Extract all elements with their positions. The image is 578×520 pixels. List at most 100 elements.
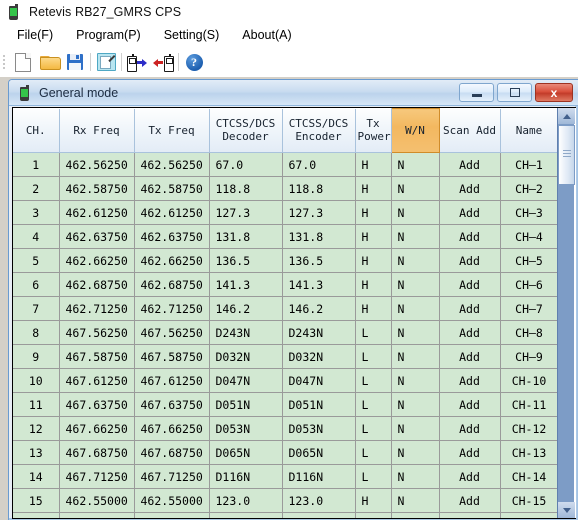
cell-rx[interactable]: 467.58750 [59, 344, 135, 369]
cell-scan[interactable]: Add [439, 488, 501, 513]
cell-tx[interactable]: 462.56250 [134, 152, 210, 177]
cell-dec[interactable]: D243N [209, 320, 283, 345]
cell-wn[interactable]: N [391, 200, 440, 225]
cell-wn[interactable]: N [391, 296, 440, 321]
cell-tx[interactable]: 462.63750 [134, 224, 210, 249]
cell-name[interactable]: CH—5 [500, 248, 559, 273]
cell-scan[interactable]: Add [439, 272, 501, 297]
minimize-button[interactable] [459, 83, 494, 102]
cell-ch[interactable]: 16 [13, 512, 60, 518]
menu-file[interactable]: File(F) [8, 26, 62, 44]
toolbar-save[interactable] [62, 49, 88, 75]
scroll-down-button[interactable] [558, 502, 575, 518]
cell-rx[interactable]: 467.68750 [59, 440, 135, 465]
cell-enc[interactable]: D743I [282, 512, 356, 518]
cell-pwr[interactable]: H [355, 296, 392, 321]
toolbar-read-from-radio[interactable] [124, 49, 150, 75]
column-header-ctcss-dcs-decoder[interactable]: CTCSS/DCS Decoder [209, 108, 283, 153]
cell-ch[interactable]: 7 [13, 296, 60, 321]
column-header-ch[interactable]: CH. [13, 108, 60, 153]
cell-pwr[interactable]: L [355, 464, 392, 489]
table-row[interactable]: 14 467.71250 467.71250 D116N D116N L N Add CH-14 [13, 464, 559, 489]
cell-dec[interactable]: D032N [209, 344, 283, 369]
cell-tx[interactable]: 462.58750 [134, 176, 210, 201]
cell-scan[interactable]: Add [439, 440, 501, 465]
menu-setting[interactable]: Setting(S) [155, 26, 229, 44]
cell-tx[interactable]: 467.66250 [134, 416, 210, 441]
vertical-scrollbar[interactable] [557, 108, 575, 518]
cell-rx[interactable]: 467.71250 [59, 464, 135, 489]
cell-dec[interactable]: 118.8 [209, 176, 283, 201]
table-row[interactable]: 9 467.58750 467.58750 D032N D032N L N Add CH—9 [13, 344, 559, 369]
cell-dec[interactable]: D047N [209, 368, 283, 393]
cell-pwr[interactable]: H [355, 176, 392, 201]
cell-ch[interactable]: 13 [13, 440, 60, 465]
cell-pwr[interactable]: H [355, 272, 392, 297]
cell-ch[interactable]: 1 [13, 152, 60, 177]
cell-wn[interactable]: N [391, 392, 440, 417]
cell-pwr[interactable]: L [355, 392, 392, 417]
cell-tx[interactable]: 462.55000 [134, 488, 210, 513]
cell-rx[interactable]: 462.63750 [59, 224, 135, 249]
cell-pwr[interactable]: H [355, 152, 392, 177]
cell-dec[interactable]: 141.3 [209, 272, 283, 297]
cell-ch[interactable]: 12 [13, 416, 60, 441]
scroll-up-button[interactable] [558, 108, 575, 124]
table-row[interactable]: 8 467.56250 467.56250 D243N D243N L N Add CH—8 [13, 320, 559, 345]
toolbar-grip[interactable] [3, 53, 7, 71]
cell-scan[interactable]: Add [439, 320, 501, 345]
cell-dec[interactable]: D053N [209, 416, 283, 441]
cell-enc[interactable]: 136.5 [282, 248, 356, 273]
cell-wn[interactable]: N [391, 248, 440, 273]
cell-rx[interactable]: 462.66250 [59, 248, 135, 273]
cell-tx[interactable]: 462.66250 [134, 248, 210, 273]
menu-program[interactable]: Program(P) [67, 26, 150, 44]
cell-name[interactable]: CH—8 [500, 320, 559, 345]
cell-name[interactable]: CH—6 [500, 272, 559, 297]
cell-tx[interactable]: 467.56250 [134, 320, 210, 345]
cell-ch[interactable]: 10 [13, 368, 60, 393]
cell-dec[interactable]: 146.2 [209, 296, 283, 321]
cell-pwr[interactable]: H [355, 512, 392, 518]
table-row[interactable]: 16462.57500462.57500D743ID743IHNAddCH-16 [13, 512, 559, 518]
cell-rx[interactable]: 462.58750 [59, 176, 135, 201]
cell-ch[interactable]: 6 [13, 272, 60, 297]
cell-pwr[interactable]: L [355, 416, 392, 441]
cell-scan[interactable]: Add [439, 512, 501, 518]
table-row[interactable]: 4 462.63750 462.63750 131.8 131.8 H N Add CH—4 [13, 224, 559, 249]
cell-wn[interactable]: N [391, 488, 440, 513]
cell-tx[interactable]: 467.68750 [134, 440, 210, 465]
cell-tx[interactable]: 467.61250 [134, 368, 210, 393]
table-row[interactable]: 5 462.66250 462.66250 136.5 136.5 H N Add CH—5 [13, 248, 559, 273]
cell-name[interactable]: CH—3 [500, 200, 559, 225]
cell-enc[interactable]: D065N [282, 440, 356, 465]
cell-scan[interactable]: Add [439, 344, 501, 369]
column-header-ctcss-dcs-encoder[interactable]: CTCSS/DCS Encoder [282, 108, 356, 153]
cell-dec[interactable]: D116N [209, 464, 283, 489]
cell-rx[interactable]: 462.71250 [59, 296, 135, 321]
table-row[interactable]: 6 462.68750 462.68750 141.3 141.3 H N Add CH—6 [13, 272, 559, 297]
cell-scan[interactable]: Add [439, 248, 501, 273]
cell-enc[interactable]: D047N [282, 368, 356, 393]
cell-wn[interactable]: N [391, 512, 440, 518]
cell-pwr[interactable]: L [355, 320, 392, 345]
cell-enc[interactable]: 118.8 [282, 176, 356, 201]
cell-rx[interactable]: 462.57500 [59, 512, 135, 518]
cell-dec[interactable]: D743I [209, 512, 283, 518]
cell-rx[interactable]: 467.66250 [59, 416, 135, 441]
toolbar-open[interactable] [36, 49, 62, 75]
cell-tx[interactable]: 467.63750 [134, 392, 210, 417]
cell-scan[interactable]: Add [439, 416, 501, 441]
cell-enc[interactable]: D051N [282, 392, 356, 417]
column-header-wn[interactable]: W/N [390, 108, 440, 153]
column-header-name[interactable]: Name [500, 108, 559, 153]
table-row[interactable]: 12 467.66250 467.66250 D053N D053N L N Add CH-12 [13, 416, 559, 441]
cell-name[interactable]: CH-10 [500, 368, 559, 393]
cell-enc[interactable]: D053N [282, 416, 356, 441]
cell-rx[interactable]: 462.56250 [59, 152, 135, 177]
toolbar-write-to-radio[interactable] [150, 49, 176, 75]
cell-wn[interactable]: N [391, 416, 440, 441]
cell-ch[interactable]: 9 [13, 344, 60, 369]
cell-ch[interactable]: 4 [13, 224, 60, 249]
cell-dec[interactable]: 123.0 [209, 488, 283, 513]
